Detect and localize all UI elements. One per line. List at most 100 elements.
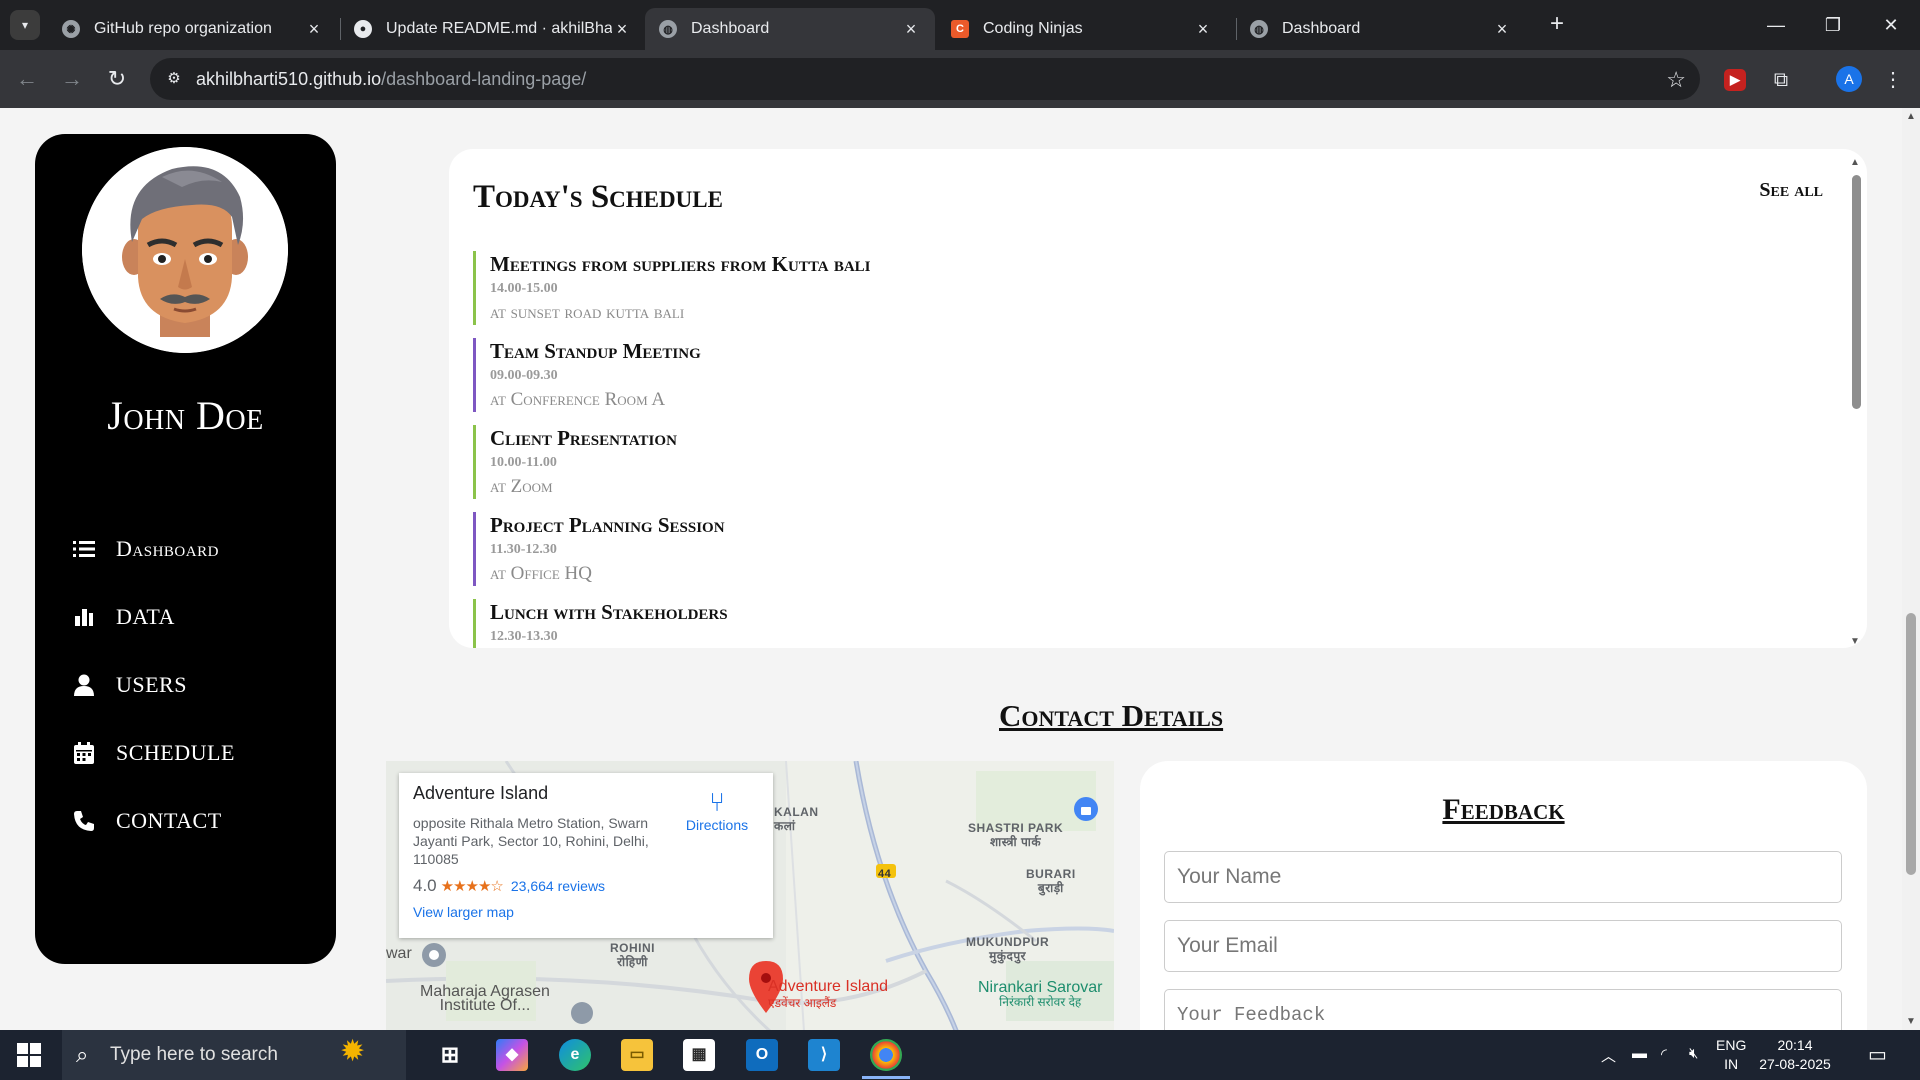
schedule-item-title: Client Presentation [490,426,677,450]
tab-dashboard[interactable]: ◍ Dashboard × [1236,8,1526,50]
schedule-scroll-thumb[interactable] [1852,175,1861,409]
schedule-item-time: 12.30-13.30 [490,629,558,644]
volume-muted-icon[interactable]: 🔇︎ [1689,1045,1698,1062]
url-path: /dashboard-landing-page/ [381,68,587,89]
browser-menu-icon[interactable]: ⋮ [1880,67,1906,93]
list-icon [70,535,98,563]
tab-title: GitHub repo organization [94,20,272,37]
taskbar-search-placeholder: Type here to search [110,1044,278,1065]
forward-button[interactable]: → [58,65,86,93]
wifi-icon[interactable]: ◜ [1661,1045,1667,1063]
minimize-button[interactable]: — [1763,12,1789,38]
coding-ninjas-icon: C [951,20,969,38]
close-icon[interactable]: × [304,19,324,40]
back-button[interactable]: ← [13,65,41,93]
map-label-burari: BURARI बुराड़ी [1026,867,1076,895]
globe-icon: ◍ [659,20,677,38]
extension-red-icon[interactable]: ▶ [1724,69,1746,91]
sidebar-item-data[interactable]: DATA [70,597,175,637]
page-scroll-thumb[interactable] [1906,613,1916,875]
map-embed[interactable]: KALAN कलां SHASTRI PARK शास्त्री पार्क BUR… [386,761,1114,1030]
notification-icon[interactable]: ▭ [1868,1042,1887,1067]
profile-avatar[interactable]: A [1836,66,1862,92]
edge-icon[interactable]: e [559,1039,591,1071]
schedule-item-location: at Zoom [490,476,553,497]
scroll-down-icon[interactable]: ▼ [1906,1016,1916,1027]
tab-update-readme[interactable]: ● Update README.md · akhilBharti × [340,8,646,50]
sidebar: John Doe Dashboard DATA USERS SCHEDULE C… [35,134,336,964]
tab-github-repo-organization[interactable]: ✺ GitHub repo organization × [48,8,338,50]
map-place-address: opposite Rithala Metro Station, Swarn Ja… [413,815,649,867]
schedule-item-time: 11.30-12.30 [490,542,557,557]
bookmark-star-icon[interactable]: ☆ [1666,67,1686,93]
close-icon[interactable]: × [1193,19,1213,40]
tab-coding-ninjas[interactable]: C Coding Ninjas × [937,8,1227,50]
user-name: John Doe [107,393,264,438]
close-window-button[interactable]: ✕ [1878,12,1904,38]
directions-button[interactable]: ⑂ Directions [677,787,757,833]
email-input[interactable]: Your Email [1164,920,1842,972]
reload-button[interactable]: ↻ [103,65,131,93]
page-viewport: John Doe Dashboard DATA USERS SCHEDULE C… [0,108,1902,1030]
schedule-scrollbar[interactable]: ▲ ▼ [1849,157,1863,647]
see-all-link[interactable]: See all [1759,179,1823,202]
scroll-down-icon[interactable]: ▼ [1850,636,1860,647]
tab-title: Dashboard [1282,20,1361,37]
outlook-icon[interactable]: O [746,1039,778,1071]
extensions-puzzle-icon[interactable]: ⧉ [1768,67,1794,93]
globe-icon: ◍ [1250,20,1268,38]
copilot-icon[interactable]: ◆ [496,1039,528,1071]
schedule-item: Project Planning Session 11.30-12.30 at … [473,512,1273,586]
tab-dashboard-active[interactable]: ◍ Dashboard × [645,8,935,50]
phone-icon [70,807,98,835]
sidebar-item-dashboard[interactable]: Dashboard [70,529,219,569]
map-place-card: Adventure Island opposite Rithala Metro … [399,773,773,938]
openai-icon: ✺ [62,20,80,38]
schedule-item-location: at sunset road kutta bali [490,302,685,323]
directions-label: Directions [685,817,749,833]
system-clock[interactable]: 20:14 27-08-2025 [1740,1036,1850,1074]
taskbar-search-box[interactable]: ⌕ Type here to search ✹ [62,1030,406,1080]
microsoft-store-icon[interactable]: ▦ [683,1039,715,1071]
sidebar-item-users[interactable]: USERS [70,665,187,705]
map-pin-label[interactable]: Adventure Island एडवेंचर आइलैंड [768,979,888,1011]
schedule-item-title: Project Planning Session [490,513,725,537]
chrome-icon[interactable] [870,1039,902,1071]
site-info-icon[interactable]: ⚙ [164,69,184,89]
show-hidden-icons-chevron-icon[interactable]: ︿ [1601,1045,1616,1066]
page-scrollbar[interactable]: ▲ ▼ [1902,108,1920,1030]
sidebar-item-schedule[interactable]: SCHEDULE [70,733,235,773]
tab-title: Dashboard [691,20,770,37]
scroll-up-icon[interactable]: ▲ [1906,111,1916,122]
file-explorer-icon[interactable]: ▭ [621,1039,653,1071]
map-label-rohini: ROHINI रोहिणी [610,941,655,969]
feedback-title: Feedback [1442,793,1565,826]
sidebar-item-contact[interactable]: CONTACT [70,801,222,841]
restore-button[interactable]: ❐ [1820,12,1846,38]
tab-title: Update README.md · akhilBharti [386,20,612,37]
close-icon[interactable]: × [901,19,921,40]
schedule-item-time: 14.00-15.00 [490,281,558,296]
view-larger-map-link[interactable]: View larger map [413,904,759,920]
schedule-item-location: at Office HQ [490,563,592,584]
map-label-kalan: KALAN कलां [774,805,819,833]
map-reviews-link[interactable]: 23,664 reviews [511,878,605,894]
close-icon[interactable]: × [612,19,632,40]
tab-search-button[interactable]: ▾ [10,10,40,40]
address-bar[interactable]: ⚙ akhilbharti510.github.io/dashboard-lan… [150,58,1700,100]
schedule-item-time: 09.00-09.30 [490,368,558,383]
scroll-up-icon[interactable]: ▲ [1850,157,1860,168]
battery-icon[interactable]: ▬ [1632,1045,1647,1062]
close-icon[interactable]: × [1492,19,1512,40]
windows-start-icon[interactable] [17,1043,41,1067]
name-input[interactable]: Your Name [1164,851,1842,903]
map-label-road-44: 44 [878,868,892,880]
feedback-textarea[interactable]: Your Feedback [1164,989,1842,1030]
url-host: akhilbharti510.github.io [196,68,382,89]
map-rating-value: 4.0 [413,876,437,895]
new-tab-button[interactable]: + [1544,12,1570,38]
vscode-icon[interactable]: ⟩ [808,1039,840,1071]
user-icon [70,671,98,699]
schedule-item: Client Presentation 10.00-11.00 at Zoom [473,425,1273,499]
task-view-icon[interactable]: ⊞ [434,1039,466,1071]
